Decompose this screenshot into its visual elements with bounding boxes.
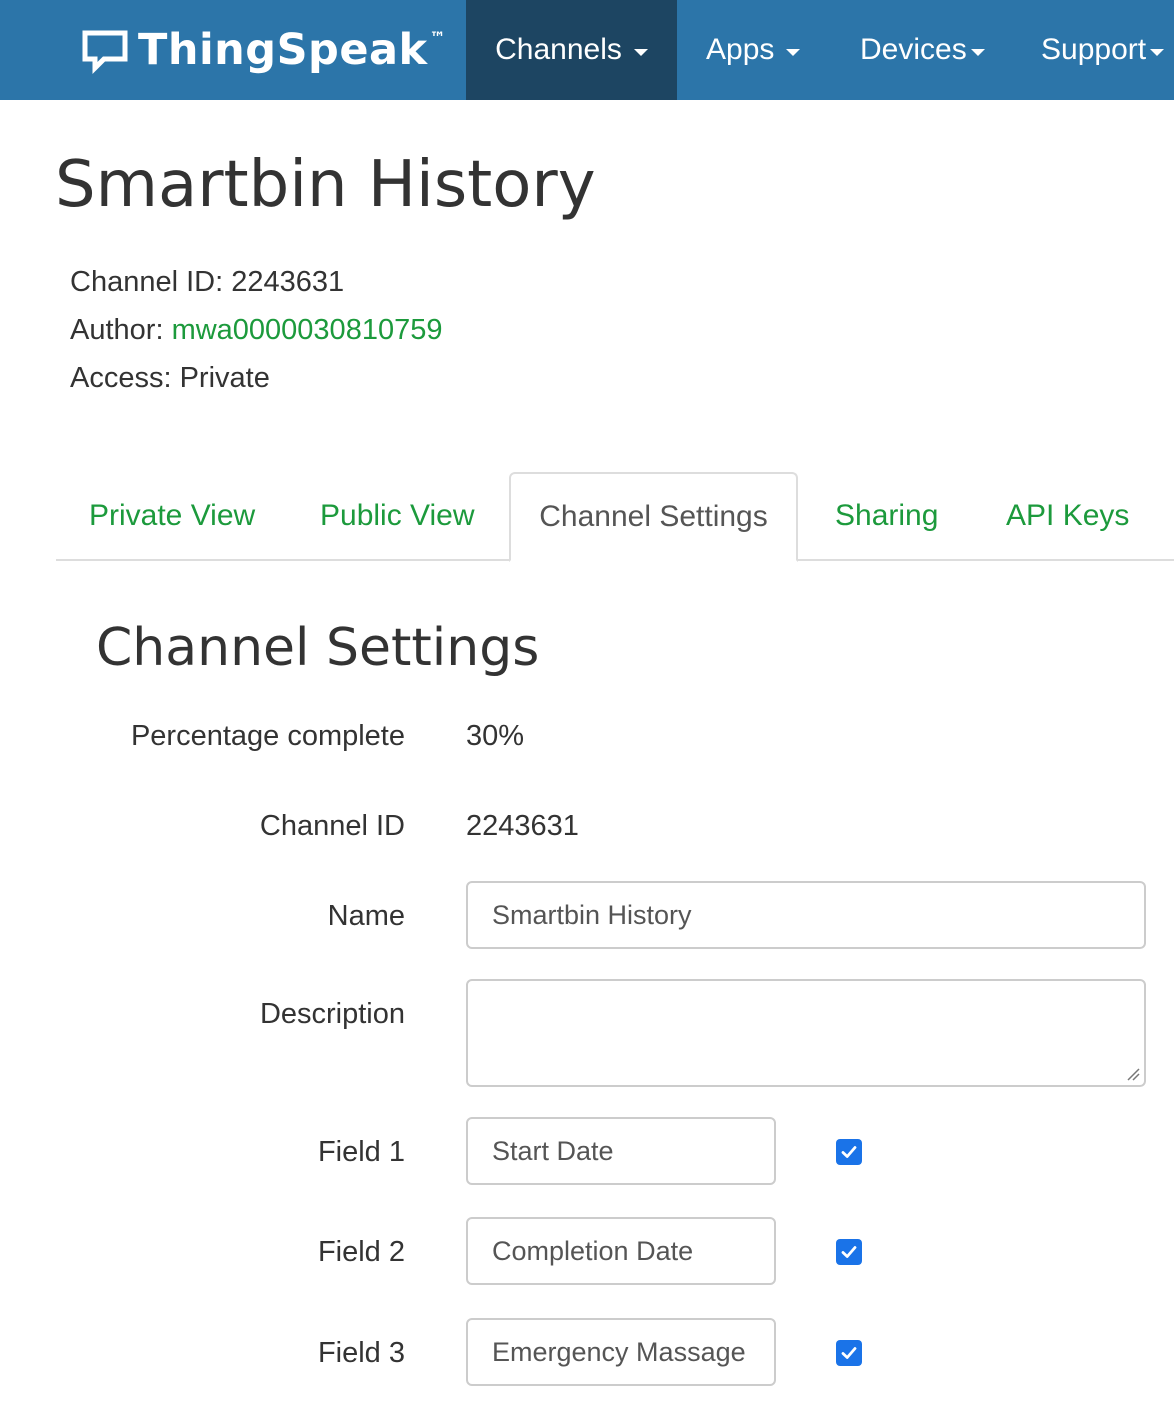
brand-name: ThingSpeak: [138, 25, 428, 75]
channel-id-field-value: 2243631: [466, 810, 579, 842]
nav-channels-menu[interactable]: Channels: [466, 0, 677, 100]
tab-channel-settings[interactable]: Channel Settings: [509, 472, 798, 562]
field-2-input[interactable]: Completion Date: [466, 1217, 776, 1285]
checkmark-icon: [841, 1146, 857, 1158]
name-input[interactable]: Smartbin History: [466, 881, 1146, 949]
nav-channels-label: Channels: [495, 33, 622, 66]
field-2-label: Field 2: [317, 1236, 405, 1268]
tab-private-view[interactable]: Private View: [89, 472, 255, 560]
percentage-value: 30%: [466, 720, 525, 752]
trademark-symbol: ™: [429, 28, 446, 47]
field-2-checkbox[interactable]: [836, 1239, 862, 1265]
description-label: Description: [259, 998, 405, 1030]
channel-id-value: 2243631: [231, 266, 345, 298]
caret-down-icon: [1150, 48, 1165, 56]
nav-devices-menu[interactable]: Devices: [860, 0, 985, 100]
nav-support-menu[interactable]: Support: [1041, 0, 1165, 100]
channel-id-field-label: Channel ID: [259, 810, 405, 842]
channel-id-label: Channel ID:: [70, 266, 224, 298]
author-line: Author: mwa0000030810759: [70, 314, 442, 347]
tab-sharing[interactable]: Sharing: [835, 472, 938, 560]
nav-apps-label: Apps: [706, 33, 775, 66]
description-textarea[interactable]: [466, 979, 1146, 1087]
field-1-checkbox[interactable]: [836, 1139, 862, 1165]
checkmark-icon: [841, 1246, 857, 1258]
field-1-input[interactable]: Start Date: [466, 1117, 776, 1185]
access-line: Access: Private: [70, 362, 270, 395]
access-label: Access:: [70, 362, 172, 394]
access-value: Private: [179, 362, 270, 394]
author-label: Author:: [70, 314, 164, 346]
field-3-label: Field 3: [317, 1337, 405, 1369]
speech-bubble-icon: [82, 30, 128, 75]
page-title: Smartbin History: [55, 148, 596, 222]
checkmark-icon: [841, 1347, 857, 1359]
thingspeak-logo[interactable]: ThingSpeak ™: [80, 22, 446, 78]
tab-api-keys[interactable]: API Keys: [1006, 472, 1129, 560]
nav-apps-menu[interactable]: Apps: [706, 0, 801, 100]
top-navbar: ThingSpeak ™ Channels Apps Devices Suppo…: [0, 0, 1174, 100]
resize-handle-icon[interactable]: [1126, 1067, 1140, 1081]
caret-down-icon: [786, 48, 801, 56]
nav-support-label: Support: [1041, 33, 1147, 66]
caret-down-icon: [970, 48, 985, 56]
field-1-label: Field 1: [317, 1136, 405, 1168]
channel-id-line: Channel ID: 2243631: [70, 266, 344, 299]
section-title: Channel Settings: [96, 618, 540, 678]
percentage-label: Percentage complete: [130, 720, 405, 752]
caret-down-icon: [633, 48, 648, 56]
nav-devices-label: Devices: [860, 33, 967, 66]
field-3-input[interactable]: Emergency Massage: [466, 1318, 776, 1386]
name-label: Name: [327, 900, 405, 932]
field-3-checkbox[interactable]: [836, 1340, 862, 1366]
tab-public-view[interactable]: Public View: [320, 472, 475, 560]
author-link[interactable]: mwa0000030810759: [172, 314, 443, 346]
